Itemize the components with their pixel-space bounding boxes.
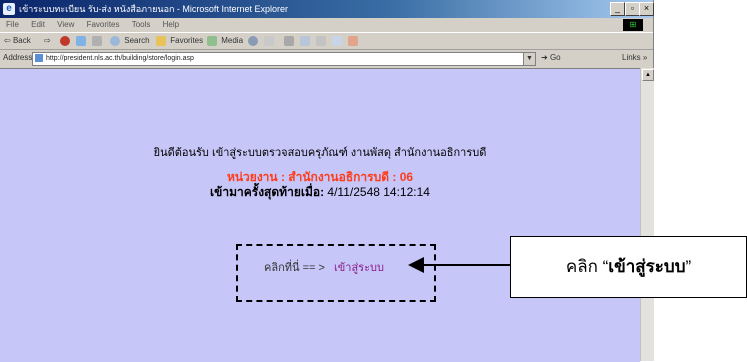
search-icon xyxy=(110,35,120,46)
stop-button[interactable] xyxy=(60,33,72,49)
links-button[interactable]: Links » xyxy=(622,49,647,67)
ie-icon: e xyxy=(3,3,15,15)
address-label: Address xyxy=(3,53,33,62)
menu-bar: File Edit View Favorites Tools Help ⊞ xyxy=(0,18,653,32)
enter-system-link[interactable]: เข้าสู่ระบบ xyxy=(334,262,384,274)
windows-logo-icon: ⊞ xyxy=(623,19,643,31)
menu-view[interactable]: View xyxy=(57,20,74,29)
messenger-button[interactable] xyxy=(332,33,344,49)
history-button[interactable] xyxy=(248,33,260,49)
last-login-line: เข้ามาครั้งสุดท้ายเมื่อ: 4/11/2548 14:12… xyxy=(0,183,640,202)
favorites-icon xyxy=(156,35,166,46)
address-input[interactable]: http://president.nls.ac.th/building/stor… xyxy=(32,52,525,66)
search-label: Search xyxy=(124,36,150,45)
links-label: Links xyxy=(622,53,641,62)
menu-favorites[interactable]: Favorites xyxy=(87,20,120,29)
research-button[interactable] xyxy=(348,33,360,49)
back-button[interactable]: ⇦ Back xyxy=(4,33,31,49)
search-button[interactable]: Search xyxy=(110,33,150,49)
chevron-right-icon: » xyxy=(642,53,648,62)
print-button[interactable] xyxy=(284,33,296,49)
back-label: Back xyxy=(12,36,31,45)
browser-window: e เข้าระบบทะเบียน รับ-ส่ง หนังสือภายนอก … xyxy=(0,0,654,362)
forward-arrow-icon: ⇨ xyxy=(44,36,51,45)
callout-suffix: ” xyxy=(685,257,692,276)
instruction-callout: คลิก “เข้าสู่ระบบ” xyxy=(510,236,747,298)
back-arrow-icon: ⇦ xyxy=(4,36,11,45)
window-title: เข้าระบบทะเบียน รับ-ส่ง หนังสือภายนอก - … xyxy=(19,4,288,14)
forward-button[interactable]: ⇨ xyxy=(44,33,51,49)
toolbar: ⇦ Back ⇨ Search Favorites Media xyxy=(0,32,653,50)
media-button[interactable]: Media xyxy=(207,33,243,49)
last-login-label: เข้ามาครั้งสุดท้ายเมื่อ: xyxy=(210,185,325,199)
maximize-button[interactable]: ▫ xyxy=(625,2,640,16)
stop-icon xyxy=(60,35,70,46)
unit-label: หน่วยงาน : สำนักงานอธิการบดี xyxy=(226,170,390,184)
refresh-button[interactable] xyxy=(76,33,88,49)
discuss-button[interactable] xyxy=(316,33,328,49)
home-button[interactable] xyxy=(92,33,104,49)
menu-edit[interactable]: Edit xyxy=(31,20,45,29)
callout-bold-text: เข้าสู่ระบบ xyxy=(608,257,686,276)
print-icon xyxy=(284,35,294,46)
mail-button[interactable] xyxy=(264,33,276,49)
address-dropdown-button[interactable]: ▼ xyxy=(523,52,536,66)
address-url: http://president.nls.ac.th/building/stor… xyxy=(46,55,194,62)
page-icon xyxy=(35,54,43,63)
history-icon xyxy=(248,35,258,46)
go-button[interactable]: ➜ Go xyxy=(541,49,561,67)
unit-code: : 06 xyxy=(392,170,414,184)
edit-button[interactable] xyxy=(300,33,312,49)
menu-tools[interactable]: Tools xyxy=(132,20,151,29)
media-icon xyxy=(207,35,217,46)
title-bar: e เข้าระบบทะเบียน รับ-ส่ง หนังสือภายนอก … xyxy=(0,0,654,18)
page-content xyxy=(0,68,640,362)
messenger-icon xyxy=(332,35,342,46)
refresh-icon xyxy=(76,35,86,46)
home-icon xyxy=(92,35,102,46)
research-icon xyxy=(348,35,358,46)
go-label: Go xyxy=(549,53,561,62)
address-bar: Address http://president.nls.ac.th/build… xyxy=(0,49,653,67)
close-button[interactable]: × xyxy=(639,2,654,16)
discuss-icon xyxy=(316,35,326,46)
mail-icon xyxy=(264,35,274,46)
minimize-button[interactable]: _ xyxy=(610,2,625,16)
callout-prefix: คลิก “ xyxy=(565,257,609,276)
media-label: Media xyxy=(221,36,244,45)
scroll-up-icon[interactable]: ▲ xyxy=(642,69,654,81)
menu-help[interactable]: Help xyxy=(163,20,179,29)
last-login-value: 4/11/2548 14:12:14 xyxy=(327,185,430,199)
click-prompt-text: คลิกที่นี่ == > xyxy=(264,262,325,274)
menu-file[interactable]: File xyxy=(6,20,19,29)
edit-icon xyxy=(300,35,310,46)
go-arrow-icon: ➜ xyxy=(541,53,548,62)
favorites-label: Favorites xyxy=(170,36,204,45)
welcome-text: ยินดีต้อนรับ เข้าสู่ระบบตรวจสอบครุภัณฑ์ … xyxy=(153,147,487,159)
pointer-arrow-icon xyxy=(408,257,424,273)
vertical-scrollbar[interactable]: ▲ xyxy=(640,68,654,361)
favorites-button[interactable]: Favorites xyxy=(156,33,203,49)
pointer-arrow-line xyxy=(422,264,510,266)
click-prompt-line: คลิกที่นี่ == > เข้าสู่ระบบ xyxy=(264,258,384,276)
